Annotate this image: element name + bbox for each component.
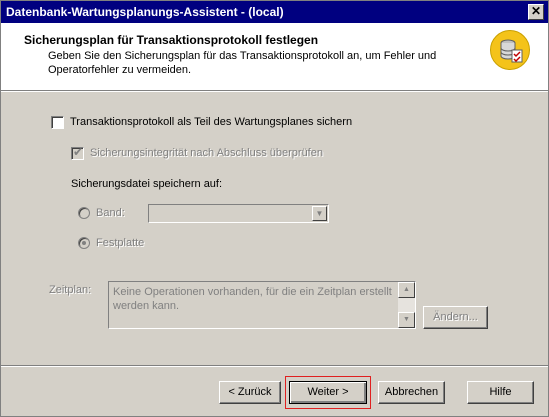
- close-button[interactable]: ✕: [528, 4, 544, 20]
- backup-log-checkbox[interactable]: [51, 116, 64, 129]
- verify-integrity-checkbox[interactable]: ✔: [71, 145, 84, 160]
- backup-log-label[interactable]: Transaktionsprotokoll als Teil des Wartu…: [70, 116, 352, 128]
- title-bar[interactable]: Datenbank-Wartungsplanungs-Assistent - (…: [1, 1, 548, 23]
- scroll-up-icon[interactable]: ▲: [398, 282, 415, 298]
- wizard-header: Sicherungsplan für Transaktionsprotokoll…: [1, 23, 548, 92]
- schedule-label: Zeitplan:: [49, 284, 92, 296]
- page-title: Sicherungsplan für Transaktionsprotokoll…: [24, 33, 319, 47]
- page-description: Geben Sie den Sicherungsplan für das Tra…: [48, 50, 437, 76]
- schedule-textbox[interactable]: Keine Operationen vorhanden, für die ein…: [108, 281, 416, 329]
- cancel-button[interactable]: Abbrechen: [378, 381, 445, 404]
- chevron-down-icon[interactable]: ▼: [312, 206, 327, 221]
- radio-selected-dot: [82, 241, 86, 245]
- tape-radio[interactable]: [78, 207, 90, 219]
- tape-select[interactable]: ▼: [148, 204, 329, 223]
- save-to-label: Sicherungsdatei speichern auf:: [71, 178, 223, 190]
- change-schedule-button[interactable]: Ändern...: [423, 306, 488, 329]
- database-backup-icon: [490, 30, 530, 70]
- database-icon-graphic: [500, 39, 523, 63]
- wizard-window: Datenbank-Wartungsplanungs-Assistent - (…: [0, 0, 549, 417]
- close-icon: ✕: [530, 4, 542, 18]
- help-button[interactable]: Hilfe: [467, 381, 534, 404]
- scroll-down-icon[interactable]: ▼: [398, 312, 415, 328]
- schedule-scrollbar[interactable]: ▲ ▼: [398, 282, 415, 328]
- tape-label: Band:: [96, 207, 125, 219]
- disk-radio[interactable]: [78, 237, 90, 249]
- schedule-text: Keine Operationen vorhanden, für die ein…: [113, 286, 392, 312]
- back-button[interactable]: < Zurück: [219, 381, 281, 404]
- checkmark-icon: ✔: [73, 145, 84, 159]
- footer-separator: [1, 365, 548, 367]
- window-title: Datenbank-Wartungsplanungs-Assistent - (…: [6, 5, 284, 19]
- disk-label: Festplatte: [96, 237, 145, 249]
- verify-integrity-label: Sicherungsintegrität nach Abschluss über…: [90, 147, 323, 159]
- next-button[interactable]: Weiter >: [289, 381, 367, 404]
